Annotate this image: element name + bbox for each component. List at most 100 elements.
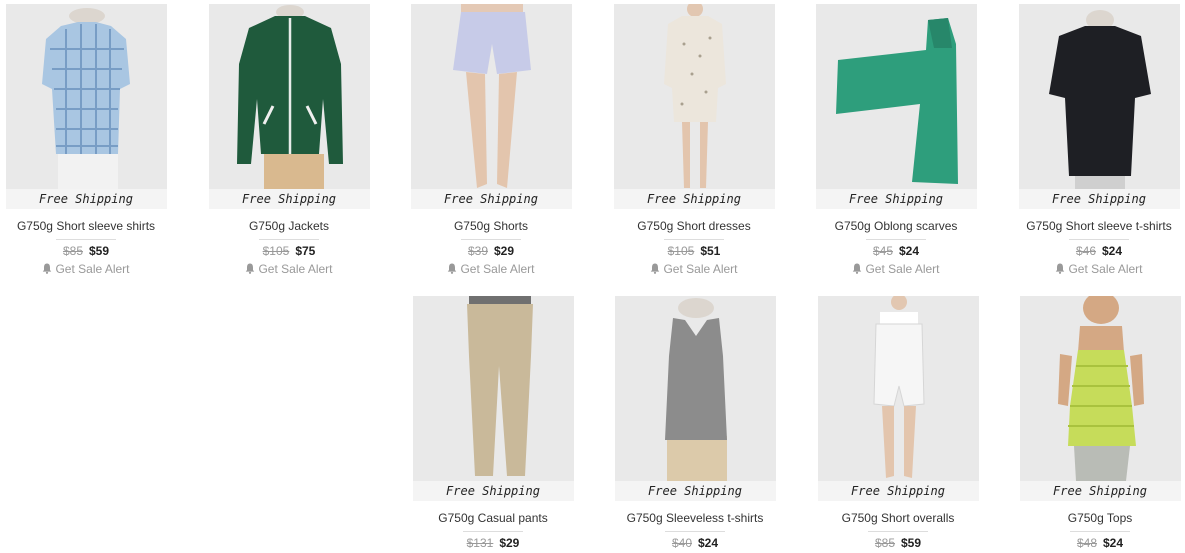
original-price: $40 — [671, 536, 692, 550]
free-shipping-label: Free Shipping — [815, 189, 977, 209]
bell-icon — [651, 263, 660, 274]
get-sale-alert-label: Get Sale Alert — [55, 262, 130, 276]
original-price: $85 — [62, 244, 83, 258]
price: $40 $24 — [595, 535, 795, 551]
bell-icon — [448, 263, 457, 274]
free-shipping-label: Free Shipping — [412, 481, 574, 501]
oblong-scarf-image — [835, 18, 958, 184]
bell-icon — [853, 263, 862, 274]
product-image[interactable] — [815, 4, 977, 189]
short-sleeve-shirt-image — [41, 8, 130, 189]
original-price: $105 — [262, 244, 290, 258]
original-price: $39 — [467, 244, 488, 258]
product-title[interactable]: G750g Short sleeve shirts — [0, 218, 186, 234]
shorts-image — [452, 4, 531, 188]
price: $105 $75 — [189, 243, 389, 259]
product-card[interactable]: Free Shipping G750g Tops $48 $24 — [1000, 296, 1185, 551]
short-overalls-image — [872, 296, 925, 478]
product-image[interactable] — [1018, 4, 1180, 189]
divider — [259, 239, 319, 240]
divider — [1069, 239, 1129, 240]
get-sale-alert-link[interactable]: Get Sale Alert — [0, 262, 186, 276]
divider — [868, 531, 928, 532]
product-card[interactable]: Free Shipping G750g Sleeveless t-shirts … — [595, 296, 795, 551]
sale-price: $24 — [1102, 244, 1123, 258]
product-title[interactable]: G750g Jackets — [189, 218, 389, 234]
sleeveless-tshirt-image — [664, 298, 727, 481]
bell-icon — [1056, 263, 1065, 274]
product-title[interactable]: G750g Casual pants — [393, 510, 593, 526]
sale-price: $29 — [494, 244, 515, 258]
price: $105 $51 — [594, 243, 794, 259]
divider — [1070, 531, 1130, 532]
get-sale-alert-link[interactable]: Get Sale Alert — [189, 262, 389, 276]
product-title[interactable]: G750g Short dresses — [594, 218, 794, 234]
product-card[interactable]: Free Shipping G750g Short dresses $105 $5… — [594, 4, 794, 276]
original-price: $131 — [466, 536, 494, 550]
sale-price: $59 — [89, 244, 110, 258]
divider — [56, 239, 116, 240]
price: $46 $24 — [999, 243, 1185, 259]
product-card[interactable]: Free Shipping G750g Oblong scarves $45 $2… — [796, 4, 996, 276]
product-image[interactable] — [1019, 296, 1181, 481]
price: $85 $59 — [798, 535, 998, 551]
product-image[interactable] — [5, 4, 167, 189]
free-shipping-label: Free Shipping — [5, 189, 167, 209]
get-sale-alert-link[interactable]: Get Sale Alert — [796, 262, 996, 276]
product-title[interactable]: G750g Oblong scarves — [796, 218, 996, 234]
sale-price: $59 — [901, 536, 922, 550]
get-sale-alert-link[interactable]: Get Sale Alert — [594, 262, 794, 276]
get-sale-alert-label: Get Sale Alert — [1068, 262, 1143, 276]
product-card[interactable]: Free Shipping G750g Short sleeve t-shirt… — [999, 4, 1185, 276]
product-title[interactable]: G750g Sleeveless t-shirts — [595, 510, 795, 526]
sale-price: $24 — [899, 244, 920, 258]
divider — [665, 531, 725, 532]
get-sale-alert-label: Get Sale Alert — [258, 262, 333, 276]
product-title[interactable]: G750g Short overalls — [798, 510, 998, 526]
sale-price: $51 — [700, 244, 721, 258]
product-title[interactable]: G750g Short sleeve t-shirts — [999, 218, 1185, 234]
get-sale-alert-label: Get Sale Alert — [865, 262, 940, 276]
product-image[interactable] — [412, 296, 574, 481]
free-shipping-label: Free Shipping — [613, 189, 775, 209]
product-card[interactable]: Free Shipping G750g Short sleeve shirts … — [0, 4, 186, 276]
product-card[interactable]: Free Shipping G750g Short overalls $85 $5… — [798, 296, 998, 551]
free-shipping-label: Free Shipping — [1019, 481, 1181, 501]
get-sale-alert-label: Get Sale Alert — [460, 262, 535, 276]
price: $45 $24 — [796, 243, 996, 259]
original-price: $45 — [872, 244, 893, 258]
get-sale-alert-label: Get Sale Alert — [663, 262, 738, 276]
product-card[interactable]: Free Shipping G750g Casual pants $131 $29 — [393, 296, 593, 551]
bell-icon — [246, 263, 255, 274]
short-dress-image — [663, 4, 726, 188]
product-image[interactable] — [614, 296, 776, 481]
product-card[interactable]: Free Shipping G750g Shorts $39 $29 Get Sa… — [391, 4, 591, 276]
get-sale-alert-link[interactable]: Get Sale Alert — [999, 262, 1185, 276]
product-image[interactable] — [817, 296, 979, 481]
price: $48 $24 — [1000, 535, 1185, 551]
price: $131 $29 — [393, 535, 593, 551]
free-shipping-label: Free Shipping — [817, 481, 979, 501]
original-price: $85 — [874, 536, 895, 550]
sale-price: $75 — [295, 244, 316, 258]
free-shipping-label: Free Shipping — [208, 189, 370, 209]
tops-image — [1057, 296, 1144, 481]
product-title[interactable]: G750g Tops — [1000, 510, 1185, 526]
original-price: $105 — [667, 244, 695, 258]
sale-price: $24 — [1103, 536, 1124, 550]
divider — [664, 239, 724, 240]
product-card[interactable]: Free Shipping G750g Jackets $105 $75 Get … — [189, 4, 389, 276]
free-shipping-label: Free Shipping — [410, 189, 572, 209]
product-title[interactable]: G750g Shorts — [391, 218, 591, 234]
casual-pants-image — [466, 296, 533, 476]
original-price: $48 — [1076, 536, 1097, 550]
divider — [461, 239, 521, 240]
short-sleeve-tshirt-image — [1048, 10, 1151, 189]
jacket-image — [236, 5, 343, 189]
divider — [866, 239, 926, 240]
get-sale-alert-link[interactable]: Get Sale Alert — [391, 262, 591, 276]
divider — [463, 531, 523, 532]
product-image[interactable] — [613, 4, 775, 189]
product-image[interactable] — [410, 4, 572, 189]
product-image[interactable] — [208, 4, 370, 189]
